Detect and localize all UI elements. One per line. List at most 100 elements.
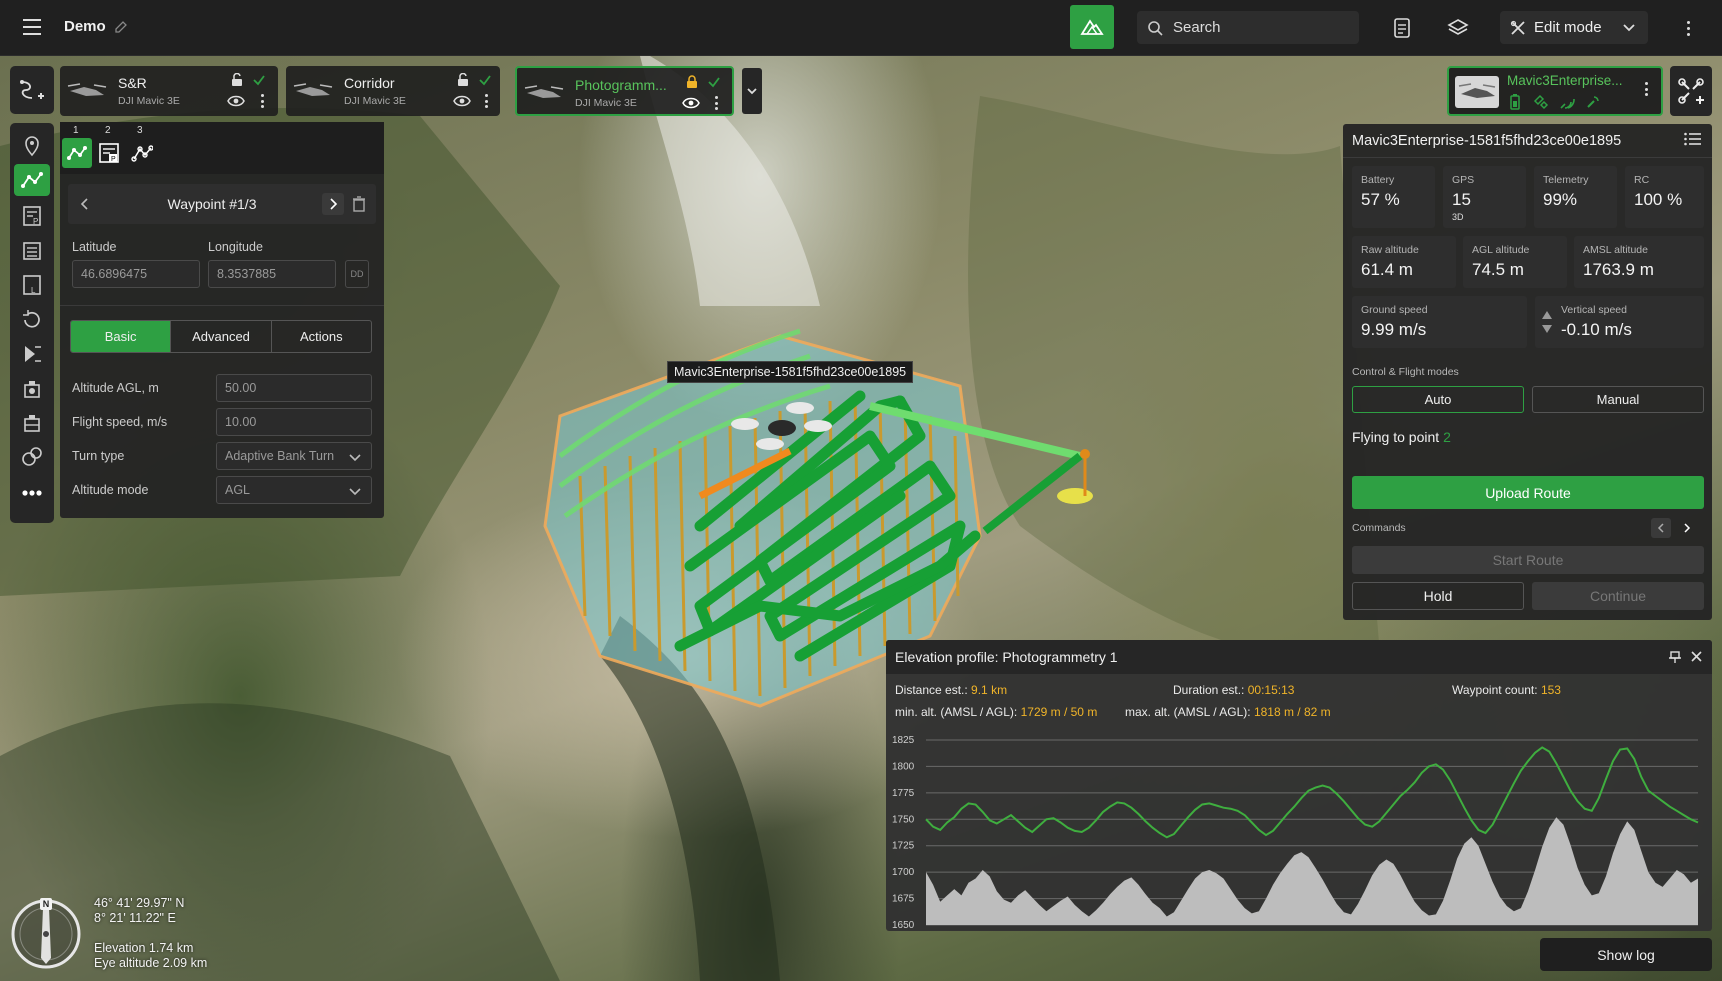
more-options-icon[interactable] [1680,15,1696,41]
shapes-icon[interactable] [14,441,50,473]
eye-icon[interactable] [682,96,700,110]
route-tab-sr[interactable]: S&R DJI Mavic 3E [60,66,278,116]
route-tab-menu-icon[interactable] [483,94,489,112]
stat-label: Battery [1361,174,1395,186]
project-name[interactable]: Demo [64,18,106,35]
layers-icon[interactable] [1444,14,1472,42]
continue-button[interactable]: Continue [1532,582,1704,610]
add-drone-button[interactable] [1670,66,1712,116]
trash-icon [353,196,365,212]
add-route-button[interactable] [10,66,54,114]
edit-mode-dropdown[interactable]: Edit mode [1500,11,1648,44]
drone-icon [524,85,564,98]
svg-text:L: L [31,286,36,295]
orbit-icon[interactable] [14,304,50,336]
stat-value: 100 % [1634,190,1683,209]
max-altitude-label: max. alt. (AMSL / AGL): [1125,705,1251,719]
add-drone-icon [1678,78,1704,104]
corridor-icon[interactable] [14,338,50,370]
raw-altitude-stat: Raw altitude 61.4 m [1352,236,1456,288]
tab-advanced[interactable]: Advanced [171,321,272,352]
upload-route-button[interactable]: Upload Route [1352,476,1704,509]
lock-icon[interactable] [685,75,699,89]
list-icon[interactable] [1684,132,1702,146]
pin-icon[interactable] [1668,650,1682,664]
compass[interactable]: N [10,898,82,970]
step-settings-tab[interactable]: P [94,138,124,168]
elevation-chart: 1825 1800 1775 1750 1725 1700 1675 1650 [892,735,1699,931]
terrain-area [926,817,1698,925]
edit-mode-label: Edit mode [1534,19,1602,36]
drone-grid-icon[interactable] [14,407,50,439]
unlock-icon[interactable] [456,73,470,87]
delete-waypoint-button[interactable] [348,193,370,215]
manual-mode-button[interactable]: Manual [1532,386,1704,413]
grid-icon[interactable] [14,235,50,267]
distance-value: 9.1 km [971,683,1008,697]
stat-label: Telemetry [1543,174,1589,186]
route-tab-menu-icon[interactable] [713,96,719,114]
unlock-icon[interactable] [230,73,244,87]
latitude-field[interactable]: 46.6896475 [72,260,200,288]
close-icon[interactable] [1690,650,1703,663]
commands-next-button[interactable] [1677,518,1697,538]
drone-photo-icon[interactable] [14,373,50,405]
waypoint-route-icon[interactable] [14,164,50,196]
altitude-input[interactable]: 50.00 [216,374,372,402]
step-route-tab[interactable] [62,138,92,168]
hold-button[interactable]: Hold [1352,582,1524,610]
altitude-mode-select[interactable]: AGL [216,476,372,504]
tab-actions[interactable]: Actions [272,321,371,352]
waypoint-panel: 1 2 3 P Waypoint #1/3 Latitude Longitude… [60,122,384,518]
y-tick-label: 1650 [892,920,915,931]
speed-input[interactable]: 10.00 [216,408,372,436]
stat-label: AMSL altitude [1583,244,1648,256]
menu-icon[interactable] [18,14,46,42]
commands-prev-button[interactable] [1651,518,1671,538]
satellite-icon [1531,92,1551,112]
drone-menu-icon[interactable] [1643,82,1649,100]
terrain-toggle-button[interactable] [1070,5,1114,49]
vertical-speed-stat: Vertical speed -0.10 m/s [1535,296,1704,348]
tab-basic[interactable]: Basic [71,321,172,352]
elevation-title: Elevation profile: Photogrammetry 1 [895,649,1118,665]
check-icon [479,75,491,86]
waypoint-count-value: 153 [1540,683,1561,697]
more-icon[interactable] [14,477,50,509]
route-tab-menu-icon[interactable] [259,94,265,112]
turn-type-select[interactable]: Adaptive Bank Turn [216,442,372,470]
show-log-button[interactable]: Show log [1540,938,1712,971]
more-routes-button[interactable] [742,68,762,114]
clipboard-icon[interactable] [1388,14,1416,42]
control-modes-label: Control & Flight modes [1352,366,1459,378]
stat-value: 15 [1452,190,1471,209]
up-down-arrows-icon [1542,311,1552,333]
amsl-altitude-stat: AMSL altitude 1763.9 m [1574,236,1704,288]
drone-icon [293,83,333,96]
eye-icon[interactable] [453,94,471,108]
eye-icon[interactable] [227,94,245,108]
start-route-button[interactable]: Start Route [1352,546,1704,574]
distance-stat: Distance est.: 9.1 km [895,683,1007,697]
facade-icon[interactable]: L [14,269,50,301]
rc-stat: RC 100 % [1625,166,1704,228]
map-pin-icon[interactable] [14,130,50,162]
commands-label: Commands [1352,522,1406,534]
photogrammetry-icon[interactable]: P [14,200,50,232]
step-waypoints-tab[interactable] [127,138,157,168]
longitude-field[interactable]: 8.3537885 [208,260,336,288]
route-tab-photogrammetry[interactable]: Photogramm... DJI Mavic 3E [515,66,734,116]
auto-mode-button[interactable]: Auto [1352,386,1524,413]
route-tab-corridor[interactable]: Corridor DJI Mavic 3E [286,66,500,116]
search-input[interactable] [1173,19,1343,36]
pencil-icon[interactable] [113,19,129,35]
next-waypoint-button[interactable] [322,193,344,215]
drone-status-panel: Mavic3Enterprise-1581f5fhd23ce00e1895 Ba… [1343,124,1712,620]
chevron-right-icon [1684,523,1691,533]
drone-selector[interactable]: Mavic3Enterprise... [1447,66,1663,116]
longitude-label: Longitude [208,240,263,254]
min-altitude-stat: min. alt. (AMSL / AGL): 1729 m / 50 m [895,705,1097,719]
search-box[interactable] [1137,11,1359,44]
coordinate-format-button[interactable]: DD [345,260,369,288]
chevron-down-icon [1623,24,1635,32]
